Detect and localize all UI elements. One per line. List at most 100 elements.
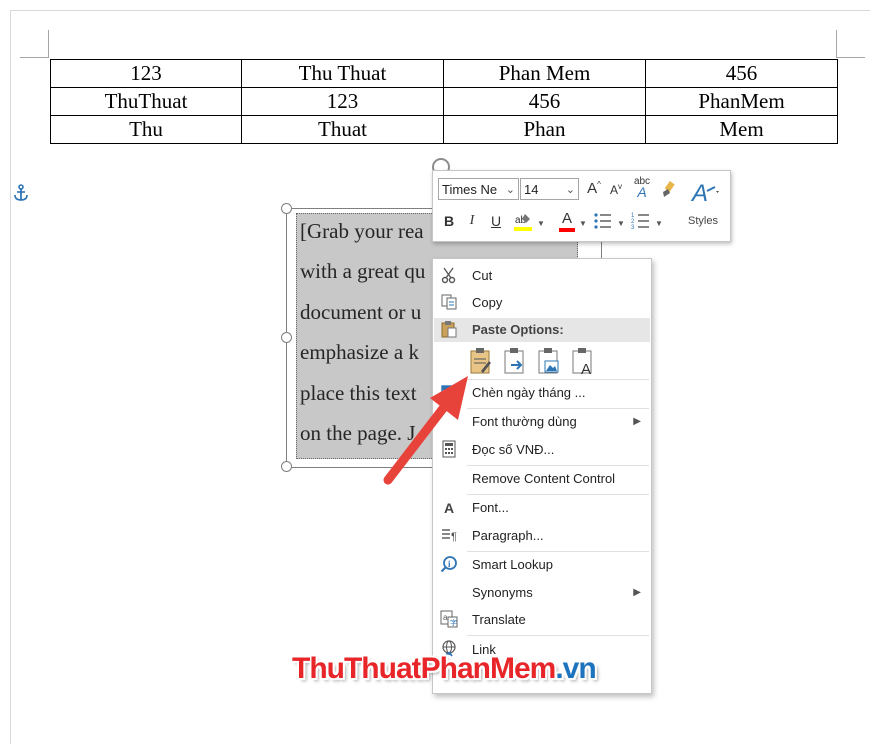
menu-item-translate[interactable]: a字 Translate <box>433 607 651 633</box>
menu-item-label: Smart Lookup <box>472 557 553 572</box>
chevron-down-icon[interactable]: ⌄ <box>506 179 515 201</box>
italic-button[interactable]: I <box>465 213 479 229</box>
menu-item-label: Paragraph... <box>472 528 544 543</box>
chevron-right-icon: ▶ <box>633 416 641 427</box>
paste-keep-source-formatting-icon[interactable] <box>469 347 493 375</box>
paste-keep-text-only-icon[interactable]: A <box>571 347 595 378</box>
table-cell[interactable]: 456 <box>645 59 838 88</box>
menu-item-label: Copy <box>472 295 503 310</box>
table-row: ThuThuat 123 456 PhanMem <box>50 87 838 116</box>
font-size-box[interactable]: 14 ⌄ <box>520 178 579 200</box>
grow-font-button[interactable]: A^ <box>585 180 603 197</box>
styles-label: Styles <box>688 215 718 227</box>
scissors-icon <box>439 266 459 286</box>
page-top-edge <box>10 10 870 11</box>
shrink-font-label: A <box>609 183 618 197</box>
table-cell[interactable]: Thu <box>50 115 242 144</box>
menu-item-smart-lookup[interactable]: i Smart Lookup <box>433 552 651 578</box>
svg-text:A: A <box>581 361 591 375</box>
table-cell[interactable]: 123 <box>241 87 444 116</box>
menu-item-label: Font... <box>472 500 509 515</box>
font-name-value: Times Ne <box>442 182 498 197</box>
resize-handle-bottom-left[interactable] <box>281 461 292 472</box>
menu-separator <box>467 635 649 636</box>
anchor-icon[interactable] <box>14 184 28 207</box>
bullets-icon[interactable] <box>593 211 613 231</box>
table-cell[interactable]: Mem <box>645 115 838 144</box>
menu-item-paragraph[interactable]: ¶ Paragraph... <box>433 523 651 549</box>
textbox-line: with a great qu <box>300 259 426 283</box>
font-color-button[interactable]: A <box>557 211 577 233</box>
svg-text:A: A <box>690 180 708 207</box>
table-row: 123 Thu Thuat Phan Mem 456 <box>50 59 838 88</box>
watermark-part: PhanMem <box>420 652 557 685</box>
table-cell[interactable]: Thuat <box>241 115 444 144</box>
translate-icon: a字 <box>439 610 459 630</box>
chevron-down-icon[interactable]: ⌄ <box>566 179 575 201</box>
mini-toolbar: Times Ne ⌄ 14 ⌄ A^ Av abc A A Styles B I … <box>432 170 731 242</box>
chevron-down-icon[interactable]: ▼ <box>655 219 663 228</box>
margin-corner-mark-right-h <box>837 57 865 58</box>
svg-text:3: 3 <box>631 225 635 231</box>
menu-item-paste-options: Paste Options: <box>433 317 651 343</box>
margin-corner-mark-right <box>836 30 837 58</box>
font-name-box[interactable]: Times Ne ⌄ <box>438 178 519 200</box>
table-cell[interactable]: Phan Mem <box>443 59 646 88</box>
bold-button[interactable]: B <box>441 213 457 229</box>
font-color-bar <box>559 228 575 232</box>
chevron-down-icon[interactable]: ▼ <box>617 219 625 228</box>
table-cell[interactable]: 123 <box>50 59 242 88</box>
watermark-part: .vn <box>555 652 596 685</box>
resize-handle-top-left[interactable] <box>281 203 292 214</box>
resize-handle-middle-left[interactable] <box>281 332 292 343</box>
menu-item-label: Chèn ngày tháng ... <box>472 385 586 400</box>
font-icon: A <box>443 500 455 516</box>
paste-merge-formatting-icon[interactable] <box>503 347 527 375</box>
textbox-line: document or u <box>300 300 422 324</box>
copy-icon <box>439 293 459 313</box>
font-color-letter: A <box>561 210 572 227</box>
paragraph-icon: ¶ <box>439 526 459 546</box>
menu-item-copy[interactable]: Copy <box>433 290 651 316</box>
svg-text:字: 字 <box>450 618 457 627</box>
table-cell[interactable]: Phan <box>443 115 646 144</box>
table-cell[interactable]: PhanMem <box>645 87 838 116</box>
paste-picture-icon[interactable] <box>537 347 561 375</box>
highlight-color-button[interactable]: ab <box>513 211 535 233</box>
menu-item-font[interactable]: A Font... <box>433 495 651 521</box>
watermark-logo: ThuThuatPhanMem.vn <box>292 652 597 686</box>
clear-formatting-button[interactable]: abc A <box>631 177 653 200</box>
menu-item-label: Remove Content Control <box>472 471 616 486</box>
menu-item-label: Font thường dùng <box>472 414 577 429</box>
menu-item-label: Cut <box>472 268 493 283</box>
menu-item-label: Paste Options: <box>472 322 564 337</box>
shrink-font-button[interactable]: Av <box>607 182 625 197</box>
table-cell[interactable]: Thu Thuat <box>241 59 444 88</box>
chevron-down-icon[interactable]: ▼ <box>579 219 587 228</box>
textbox-line: emphasize a k <box>300 340 419 364</box>
document-table[interactable]: 123 Thu Thuat Phan Mem 456 ThuThuat 123 … <box>50 59 838 144</box>
smart-lookup-icon: i <box>439 555 459 575</box>
menu-item-cut[interactable]: Cut <box>433 263 651 289</box>
textbox-line: [Grab your rea <box>300 219 424 243</box>
font-size-value: 14 <box>524 182 539 197</box>
underline-button[interactable]: U <box>489 213 503 229</box>
format-painter-icon[interactable] <box>659 180 679 200</box>
watermark-part: ThuThuat <box>292 652 422 685</box>
margin-corner-mark-left-h <box>20 57 49 58</box>
table-cell[interactable]: 456 <box>443 87 646 116</box>
annotation-arrow <box>383 376 468 485</box>
menu-item-synonyms[interactable]: Synonyms ▶ <box>433 580 651 606</box>
svg-text:a: a <box>443 613 448 622</box>
menu-item-label: Translate <box>472 612 526 627</box>
menu-item-label: Đọc số VNĐ... <box>472 442 555 457</box>
chevron-down-icon[interactable]: ▼ <box>537 219 545 228</box>
chevron-right-icon: ▶ <box>633 587 641 598</box>
svg-text:i: i <box>448 559 451 569</box>
styles-icon[interactable]: A <box>688 177 724 207</box>
numbering-icon[interactable]: 123 <box>631 211 651 231</box>
grow-font-label: A <box>587 180 598 197</box>
table-row: Thu Thuat Phan Mem <box>50 115 838 144</box>
page-left-edge <box>10 10 11 744</box>
table-cell[interactable]: ThuThuat <box>50 87 242 116</box>
